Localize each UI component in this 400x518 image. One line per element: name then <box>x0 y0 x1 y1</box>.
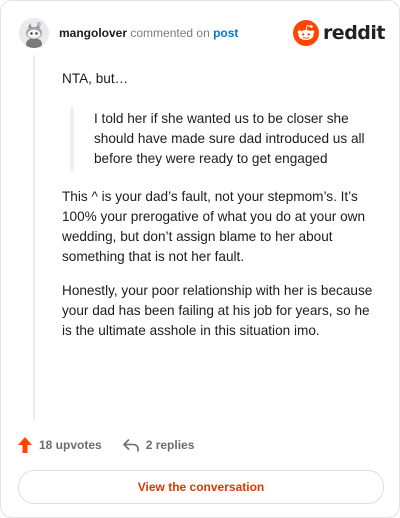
quote-text: I told her if she wanted us to be closer… <box>94 111 365 166</box>
upvote-count: 18 upvotes <box>39 438 102 452</box>
upvote-arrow-icon <box>17 436 33 454</box>
thread-line <box>33 55 35 419</box>
comment-actions: 18 upvotes 2 replies <box>17 435 194 455</box>
upvote-button[interactable]: 18 upvotes <box>17 436 102 454</box>
snoo-avatar-icon <box>19 18 49 48</box>
post-link[interactable]: post <box>213 26 238 40</box>
comment-paragraph-1: NTA, but… <box>62 71 129 86</box>
comment-paragraph-2: This ^ is your dad’s fault, not your ste… <box>62 189 366 264</box>
comment-body: NTA, but… I told her if she wanted us to… <box>62 69 378 341</box>
brand-wordmark: reddit <box>322 22 386 44</box>
reddit-brand[interactable]: reddit <box>292 20 386 46</box>
comment-card: mangolover commented on post reddit NTA,… <box>0 0 400 518</box>
blockquote: I told her if she wanted us to be closer… <box>70 107 378 171</box>
replies-button[interactable]: 2 replies <box>122 437 195 453</box>
comment-meta: mangolover commented on post <box>59 25 238 41</box>
action-text: commented on <box>130 26 210 40</box>
username-link[interactable]: mangolover <box>59 26 127 40</box>
comment-header: mangolover commented on post reddit <box>19 15 386 51</box>
view-conversation-button[interactable]: View the conversation <box>18 470 384 504</box>
reddit-snoo-logo-icon <box>292 20 319 46</box>
reply-arrow-icon <box>122 437 140 453</box>
comment-paragraph-3: Honestly, your poor relationship with he… <box>62 283 373 338</box>
replies-count: 2 replies <box>145 438 195 452</box>
avatar[interactable] <box>19 18 49 48</box>
